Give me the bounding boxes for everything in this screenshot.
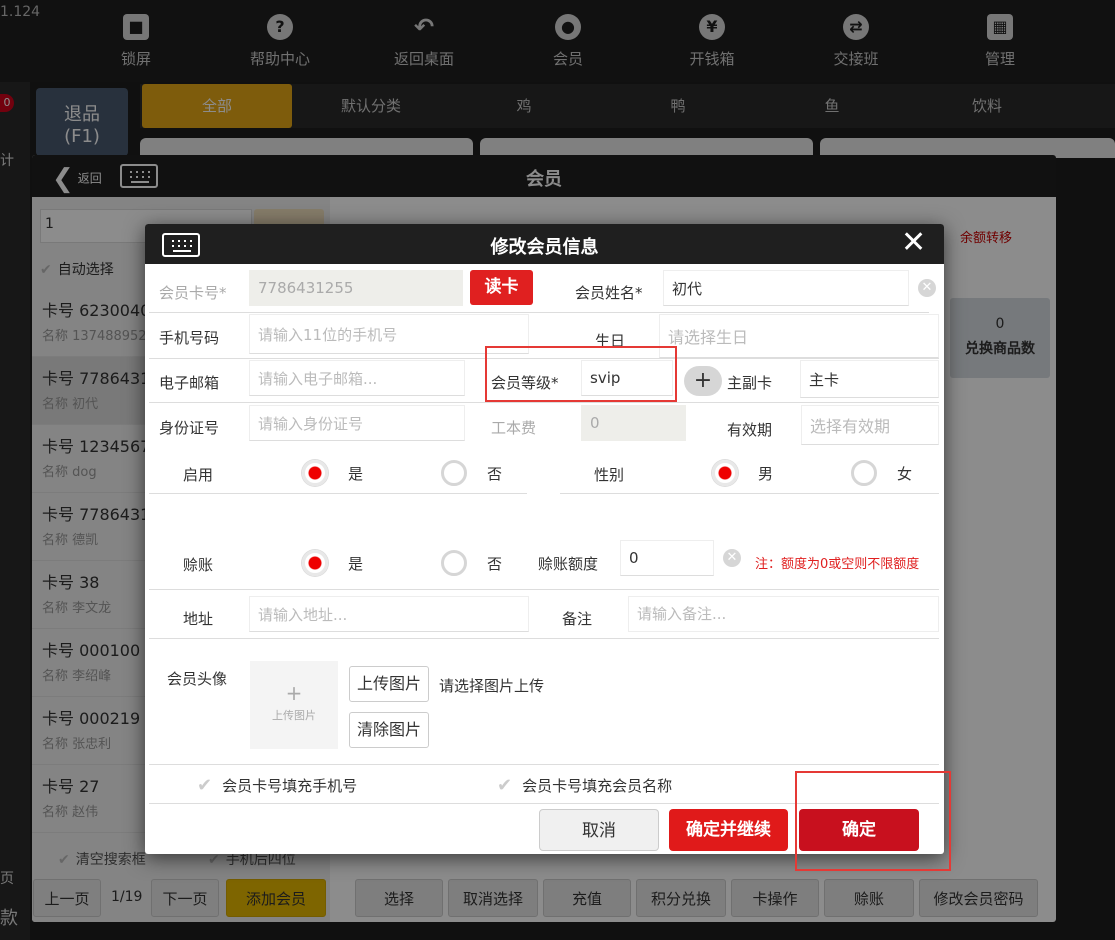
gender-male-label: 男 (758, 465, 774, 483)
expiry-label: 有效期 (727, 421, 773, 439)
check-icon: ✔ (497, 775, 513, 796)
cost-label: 工本费 (491, 419, 537, 437)
clear-credit-limit-icon[interactable]: ✕ (723, 549, 741, 567)
upload-hint: 请选择图片上传 (439, 677, 545, 695)
row-divider (560, 493, 939, 494)
name-field[interactable]: 初代 (663, 270, 909, 306)
read-card-button[interactable]: 读卡 (470, 270, 533, 305)
gender-female-radio[interactable] (851, 460, 877, 486)
row-divider (149, 312, 929, 313)
credit-no-radio[interactable] (441, 550, 467, 576)
avatar-label: 会员头像 (167, 670, 228, 688)
enable-yes-label: 是 (348, 465, 364, 483)
remark-textarea[interactable]: 请输入备注... (628, 596, 939, 632)
row-divider (149, 493, 527, 494)
expiry-input[interactable]: 选择有效期 (801, 405, 939, 445)
row-divider (149, 638, 939, 639)
email-label: 电子邮箱 (159, 374, 220, 392)
cost-field: 0 (581, 405, 686, 441)
fill-name-checkbox[interactable]: ✔ 会员卡号填充会员名称 (497, 775, 672, 796)
level-highlight-box (485, 346, 677, 402)
plus-icon: + (285, 681, 303, 705)
credit-no-label: 否 (487, 555, 503, 573)
add-level-button[interactable]: + (684, 366, 722, 396)
row-divider (149, 764, 939, 765)
gender-female-label: 女 (897, 465, 913, 483)
gender-label: 性别 (594, 466, 625, 484)
gender-male-radio[interactable] (712, 460, 738, 486)
enable-yes-radio[interactable] (302, 460, 328, 486)
plus-icon: + (693, 368, 713, 393)
address-label: 地址 (183, 610, 214, 628)
credit-yes-radio[interactable] (302, 550, 328, 576)
enable-no-label: 否 (487, 465, 503, 483)
row-divider (149, 402, 939, 403)
card-type-select[interactable]: 主卡 (800, 360, 939, 398)
cancel-button[interactable]: 取消 (539, 809, 659, 851)
card-type-label: 主副卡 (727, 374, 773, 392)
check-icon: ✔ (197, 775, 213, 796)
clear-image-button[interactable]: 清除图片 (349, 712, 429, 748)
dialog-title: 修改会员信息 (490, 237, 599, 258)
email-input[interactable]: 请输入电子邮箱... (249, 360, 465, 396)
edit-member-dialog: 修改会员信息 ✕ 会员卡号* 7786431255 读卡 会员姓名* 初代 ✕ … (145, 224, 944, 854)
credit-limit-note: 注：额度为0或空则不限额度 (755, 557, 920, 572)
fill-phone-label: 会员卡号填充手机号 (222, 777, 358, 795)
card-no-label: 会员卡号* (159, 284, 227, 302)
upload-image-button[interactable]: 上传图片 (349, 666, 429, 702)
avatar-upload-box[interactable]: + 上传图片 (250, 661, 338, 749)
id-input[interactable]: 请输入身份证号 (249, 405, 465, 441)
id-label: 身份证号 (159, 419, 220, 437)
enable-no-radio[interactable] (441, 460, 467, 486)
row-divider (149, 589, 939, 590)
enable-label: 启用 (183, 466, 214, 484)
address-input[interactable]: 请输入地址... (249, 596, 529, 632)
credit-label: 赊账 (183, 556, 214, 574)
phone-label: 手机号码 (159, 329, 220, 347)
credit-yes-label: 是 (348, 555, 364, 573)
remark-label: 备注 (562, 610, 593, 628)
credit-limit-label: 赊账额度 (538, 555, 599, 573)
birthday-input[interactable]: 请选择生日 (659, 314, 939, 358)
name-label: 会员姓名* (575, 284, 643, 302)
confirm-continue-button[interactable]: 确定并继续 (669, 809, 788, 851)
credit-limit-input[interactable]: 0 (620, 540, 714, 576)
fill-phone-checkbox[interactable]: ✔ 会员卡号填充手机号 (197, 775, 357, 796)
confirm-highlight-box (795, 771, 951, 871)
close-icon[interactable]: ✕ (901, 227, 926, 259)
clear-name-icon[interactable]: ✕ (918, 279, 936, 297)
avatar-upload-text: 上传图片 (272, 709, 316, 722)
card-no-field: 7786431255 (249, 270, 463, 306)
fill-name-label: 会员卡号填充会员名称 (522, 777, 673, 795)
